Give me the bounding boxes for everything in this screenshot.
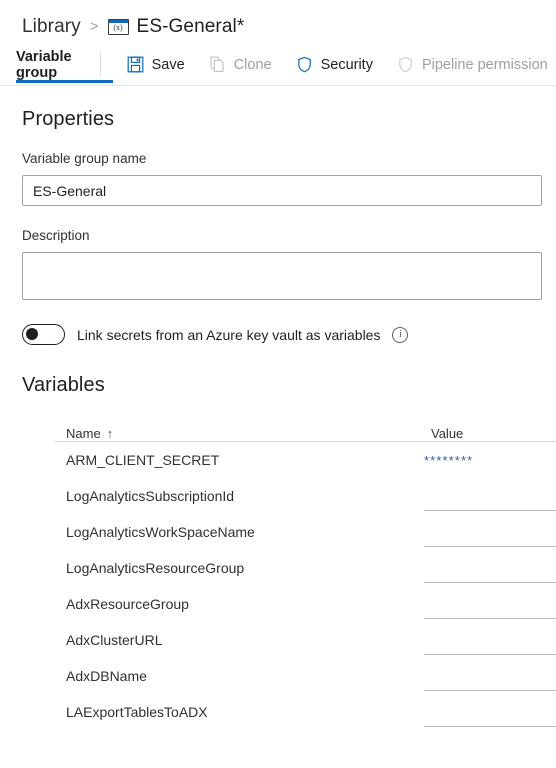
variable-group-name-input[interactable] xyxy=(22,175,542,206)
table-row: LogAnalyticsSubscriptionId xyxy=(0,478,556,514)
save-button[interactable]: Save xyxy=(115,44,197,85)
variable-name-cell[interactable]: AdxClusterURL xyxy=(66,632,424,648)
tab-variable-group-label: Variable group xyxy=(16,48,72,81)
variable-value-cell xyxy=(424,694,556,730)
variable-value-cell xyxy=(424,514,556,550)
breadcrumb-library-link[interactable]: Library xyxy=(22,16,81,38)
variable-value-input[interactable] xyxy=(424,591,556,619)
variable-value-input[interactable] xyxy=(424,519,556,547)
variable-value-cell xyxy=(424,622,556,658)
variable-group-icon: (x) xyxy=(107,18,129,35)
breadcrumb: Library > (x) ES-General* xyxy=(0,0,556,44)
table-row: LogAnalyticsResourceGroup xyxy=(0,550,556,586)
save-label: Save xyxy=(151,56,185,73)
column-header-value: Value xyxy=(431,426,464,441)
variable-value-cell xyxy=(424,658,556,694)
table-row: LAExportTablesToADX xyxy=(0,694,556,730)
table-row: AdxResourceGroup xyxy=(0,586,556,622)
save-icon xyxy=(127,56,144,73)
tab-active-indicator xyxy=(16,80,113,83)
variable-name-cell[interactable]: ARM_CLIENT_SECRET xyxy=(66,452,424,468)
variable-value-cell xyxy=(424,586,556,622)
clone-label: Clone xyxy=(233,56,272,73)
tab-variable-group[interactable]: Variable group xyxy=(16,44,78,85)
variables-heading: Variables xyxy=(22,374,105,396)
column-header-name[interactable]: Name ↑ xyxy=(66,426,431,441)
keyvault-toggle-label: Link secrets from an Azure key vault as … xyxy=(77,326,381,343)
properties-heading: Properties xyxy=(22,108,115,130)
variable-name-cell[interactable]: AdxDBName xyxy=(66,668,424,684)
variable-value-cell xyxy=(424,478,556,514)
clone-button: Clone xyxy=(197,44,284,85)
security-label: Security xyxy=(320,56,373,73)
toolbar: Variable group Save Clone Security Pipel… xyxy=(0,44,556,85)
variable-name-cell[interactable]: LAExportTablesToADX xyxy=(66,704,424,720)
variable-value-input[interactable] xyxy=(424,555,556,583)
masked-value[interactable]: ******** xyxy=(424,453,473,468)
shield-icon xyxy=(296,56,313,73)
keyvault-link-toggle[interactable] xyxy=(22,324,65,345)
breadcrumb-current-item: ES-General* xyxy=(136,15,245,37)
variable-group-name-label: Variable group name xyxy=(22,151,147,166)
table-row: ARM_CLIENT_SECRET ******** xyxy=(0,442,556,478)
table-row: LogAnalyticsWorkSpaceName xyxy=(0,514,556,550)
variables-table-header: Name ↑ Value xyxy=(0,415,556,441)
variable-group-page: Library > (x) ES-General* Variable group… xyxy=(0,0,556,768)
pipeline-permissions-label: Pipeline permission xyxy=(421,56,548,73)
pipeline-permissions-button: Pipeline permission xyxy=(385,44,556,85)
variables-row-list: ARM_CLIENT_SECRET ******** LogAnalyticsSub… xyxy=(0,442,556,730)
variable-value-input[interactable] xyxy=(424,627,556,655)
table-row: AdxDBName xyxy=(0,658,556,694)
variable-name-cell[interactable]: LogAnalyticsResourceGroup xyxy=(66,560,424,576)
description-input[interactable] xyxy=(22,252,542,300)
variable-value-input[interactable] xyxy=(424,483,556,511)
variables-table: Name ↑ Value ARM_CLIENT_SECRET ******** Log… xyxy=(0,415,556,730)
keyvault-toggle-row: Link secrets from an Azure key vault as … xyxy=(22,324,556,345)
breadcrumb-separator: > xyxy=(89,18,99,35)
toolbar-separator xyxy=(99,53,101,76)
shield-icon-disabled xyxy=(397,56,414,73)
variable-group-icon-glyph: (x) xyxy=(113,23,123,32)
clone-icon xyxy=(209,56,226,73)
column-header-name-label: Name xyxy=(66,426,101,441)
variable-value-input[interactable] xyxy=(424,663,556,691)
description-label: Description xyxy=(22,228,90,243)
variable-value-input[interactable] xyxy=(424,699,556,727)
toggle-knob xyxy=(26,328,38,340)
table-row: AdxClusterURL xyxy=(0,622,556,658)
toolbar-divider xyxy=(0,85,556,86)
variable-name-cell[interactable]: AdxResourceGroup xyxy=(66,596,424,612)
variable-value-cell xyxy=(424,550,556,586)
variable-name-cell[interactable]: LogAnalyticsWorkSpaceName xyxy=(66,524,424,540)
variable-value-cell: ******** xyxy=(424,442,556,478)
info-icon[interactable]: i xyxy=(392,326,409,343)
security-button[interactable]: Security xyxy=(284,44,385,85)
sort-ascending-icon: ↑ xyxy=(106,426,114,441)
variable-name-cell[interactable]: LogAnalyticsSubscriptionId xyxy=(66,488,424,504)
